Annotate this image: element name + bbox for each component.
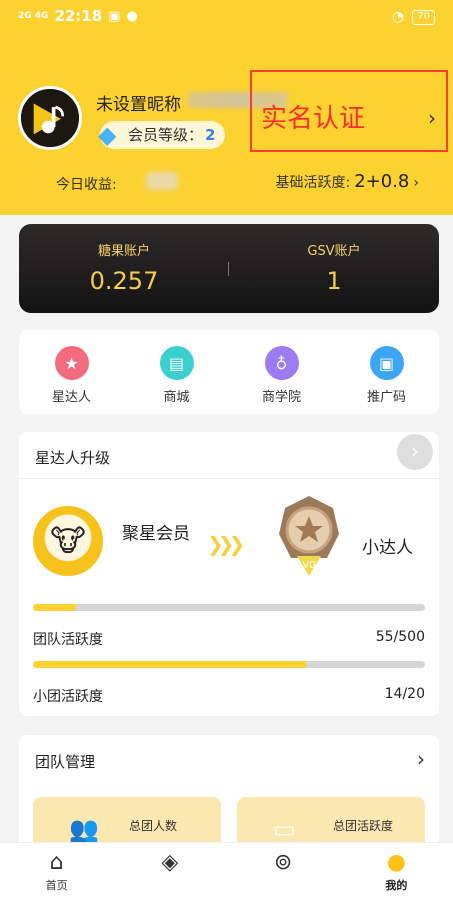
account-card: 糖果账户 0.257 GSV账户 1 [19, 224, 439, 313]
base-activity[interactable]: 基础活跃度: 2+0.8 › [276, 171, 420, 192]
chevron-right-icon[interactable]: › [417, 747, 425, 771]
current-level: 聚星会员 [122, 524, 190, 544]
svg-text:V0: V0 [302, 560, 315, 571]
action-shop[interactable]: ▤ 商城 [124, 330, 229, 414]
app-notification-icon: ▣ [108, 8, 121, 24]
action-star-talent[interactable]: ★ 星达人 [19, 330, 124, 414]
home-icon: ⌂ [49, 850, 64, 875]
gsv-account-label: GSV账户 [307, 244, 361, 259]
nav-label: 我的 [385, 879, 408, 892]
action-label: 商学院 [261, 390, 301, 405]
pulse-icon: ▭ [273, 815, 296, 843]
shop-icon: ▤ [159, 346, 194, 380]
nav-layers[interactable]: ◈ [113, 843, 226, 902]
nickname: 未设置昵称 [96, 95, 181, 115]
badge-icon: ▣ [369, 346, 404, 380]
action-promo-code[interactable]: ▣ 推广码 [334, 330, 439, 414]
star-talent-upgrade-card: 星达人升级 › 🐮 聚星会员 ❯❯❯ V0 小达人 团队活跃度 55/500 小… [19, 432, 439, 716]
today-earnings-label: 今日收益: [56, 177, 117, 193]
wifi-icon: ◔ [392, 9, 405, 25]
action-label: 商城 [163, 390, 190, 405]
member-level-badge[interactable]: ◆ 会员等级： 2 [98, 121, 226, 149]
music-logo-icon [21, 89, 79, 147]
nav-home[interactable]: ⌂ 首页 [0, 843, 113, 902]
star-icon: ★ [54, 346, 89, 380]
message-icon: ● [126, 8, 138, 24]
small-team-activity-value: 14/20 [384, 686, 425, 702]
battery-indicator: 70 [412, 9, 435, 25]
double-chevron-icon: ❯❯❯ [207, 532, 245, 556]
small-team-activity-label: 小团活跃度 [33, 689, 103, 705]
team-activity-label: 团队活跃度 [33, 632, 103, 648]
bottom-nav: ⌂ 首页 ◈ ⊚ ● 我的 [0, 842, 453, 902]
member-level-label: 会员等级： [128, 126, 204, 144]
realname-verification[interactable]: 实名认证 [261, 98, 365, 135]
nav-profile[interactable]: ● 我的 [340, 843, 453, 902]
gsv-account-value: 1 [326, 267, 342, 295]
profile-header: 2G 4G 22:18 ▣ ● ◔ 70 未设置昵称 ◆ 会员等级： 2 实名认证… [0, 0, 453, 215]
profile-icon: ● [386, 850, 406, 875]
candy-account-label: 糖果账户 [97, 244, 150, 259]
nav-label: 首页 [45, 879, 68, 892]
nav-tasks[interactable]: ⊚ [227, 843, 340, 902]
diamond-icon: ◆ [98, 121, 117, 149]
layers-icon: ◈ [161, 850, 179, 875]
member-level-value: 2 [205, 126, 216, 144]
next-level: 小达人 [362, 538, 413, 558]
chevron-right-icon: › [413, 175, 419, 191]
chevron-right-icon[interactable]: › [428, 106, 436, 130]
people-icon: 👥 [69, 815, 99, 843]
clock: 22:18 [54, 7, 103, 25]
candy-account-value: 0.257 [89, 267, 159, 295]
team-management-title: 团队管理 [35, 753, 96, 771]
team-activity-value: 55/500 [375, 629, 425, 645]
action-academy[interactable]: ♁ 商学院 [229, 330, 334, 414]
stat-label: 总团人数 [129, 819, 178, 833]
cow-mascot-icon: 🐮 [33, 506, 103, 576]
stat-label: 总团活跃度 [333, 819, 394, 833]
upgrade-title: 星达人升级 [35, 449, 111, 467]
team-activity-bar [33, 661, 425, 668]
base-activity-value: 2+0.8 [354, 171, 410, 192]
gamepad-icon: ⊚ [273, 850, 293, 875]
level-progress-bar [33, 604, 425, 611]
team-management-card: 团队管理 › 👥 总团人数 ▭ 总团活跃度 [19, 735, 439, 857]
quick-actions: ★ 星达人 ▤ 商城 ♁ 商学院 ▣ 推广码 [19, 330, 439, 414]
status-bar: 2G 4G 22:18 ▣ ● ◔ 70 [0, 0, 453, 34]
action-label: 推广码 [366, 390, 406, 405]
avatar[interactable] [18, 86, 82, 150]
gsv-account[interactable]: GSV账户 1 [229, 224, 439, 313]
action-label: 星达人 [51, 390, 91, 405]
divider [19, 478, 439, 479]
gourd-icon: ♁ [264, 346, 299, 380]
medal-icon: V0 [279, 496, 339, 576]
chevron-right-icon[interactable]: › [397, 434, 433, 470]
base-activity-label: 基础活跃度: [275, 175, 351, 191]
network-indicator: 2G 4G [18, 10, 49, 21]
redacted-earnings [146, 172, 178, 190]
candy-account[interactable]: 糖果账户 0.257 [19, 224, 229, 313]
